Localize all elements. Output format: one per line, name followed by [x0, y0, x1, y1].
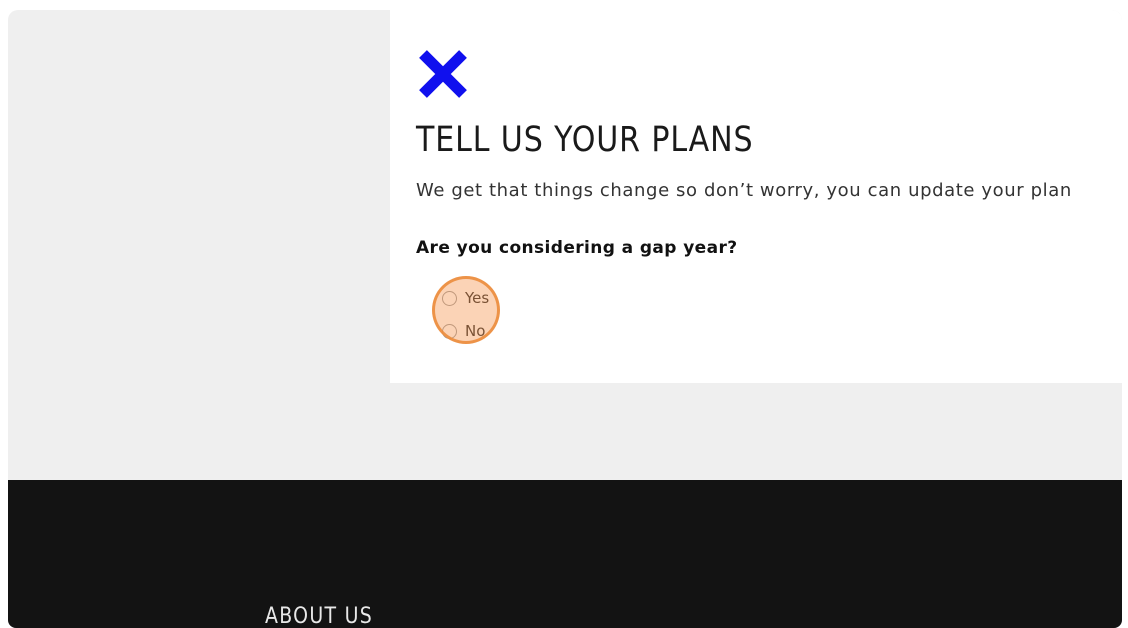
option-no[interactable]: No — [442, 322, 485, 340]
radio-no[interactable] — [442, 323, 457, 339]
plans-modal: TELL US YOUR PLANS We get that things ch… — [390, 10, 1122, 383]
footer-about-heading[interactable]: ABOUT US — [265, 604, 373, 628]
option-no-label: No — [465, 322, 486, 340]
radio-yes[interactable] — [442, 290, 457, 306]
modal-subtitle: We get that things change so don’t worry… — [416, 180, 1072, 201]
site-footer: ABOUT US — [8, 480, 1122, 628]
gap-year-question: Are you considering a gap year? — [416, 238, 738, 258]
modal-title: TELL US YOUR PLANS — [416, 120, 754, 160]
close-icon[interactable] — [418, 48, 468, 100]
option-yes-label: Yes — [465, 289, 490, 307]
browser-viewport: TELL US YOUR PLANS We get that things ch… — [8, 10, 1122, 628]
option-yes[interactable]: Yes — [442, 289, 489, 307]
